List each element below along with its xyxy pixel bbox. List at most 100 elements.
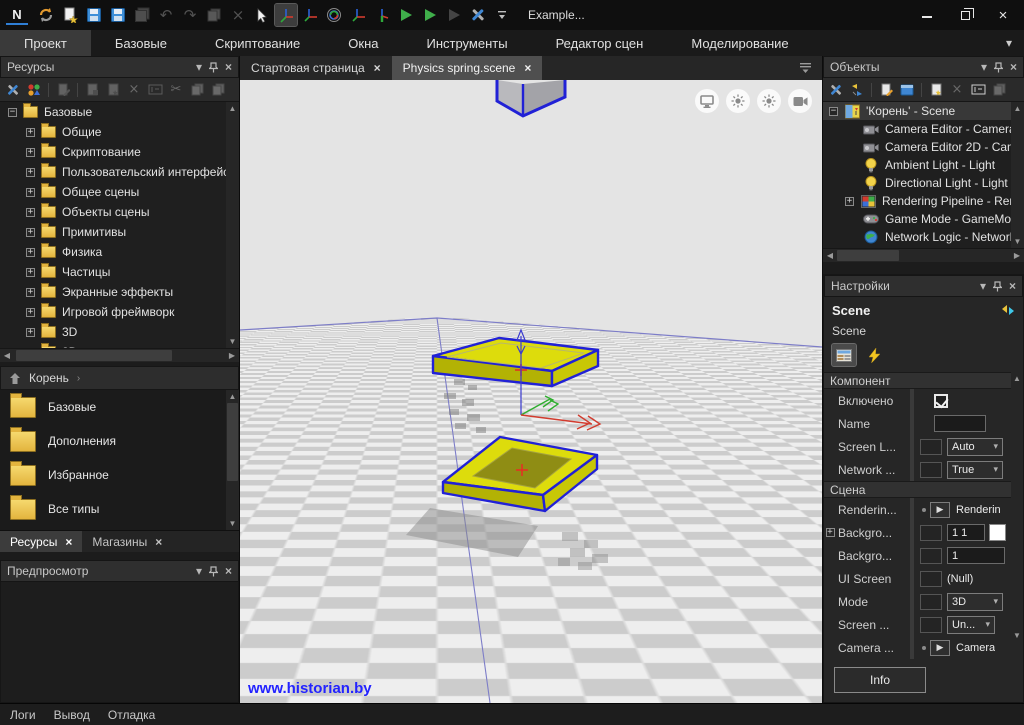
tree-item-obshchee-sceny[interactable]: + Общее сцены <box>0 182 239 202</box>
default-box[interactable] <box>920 616 942 633</box>
object-network-logic[interactable]: Network Logic - Network <box>823 228 1024 246</box>
pin-icon[interactable] <box>208 565 218 577</box>
name-input[interactable] <box>934 415 986 432</box>
tree-item-3d[interactable]: +3D <box>0 322 239 342</box>
tree-item-chasticy[interactable]: + Частицы <box>0 262 239 282</box>
copy-resource-icon[interactable] <box>188 81 206 99</box>
window-icon[interactable] <box>898 81 916 99</box>
toolbar-overflow-button[interactable] <box>491 4 513 26</box>
events-view-button[interactable] <box>862 344 886 366</box>
close-panel-icon[interactable]: × <box>1009 279 1016 293</box>
statusbar-debug[interactable]: Отладка <box>108 708 155 722</box>
tab-resources[interactable]: Ресурсы × <box>0 531 83 552</box>
tab-start-page[interactable]: Стартовая страница × <box>240 56 392 80</box>
menu-project[interactable]: Проект <box>0 30 91 56</box>
background-intensity-input[interactable]: 1 <box>947 547 1005 564</box>
info-button[interactable]: Info <box>834 667 926 693</box>
close-tab-icon[interactable]: × <box>65 535 72 549</box>
default-box[interactable] <box>920 570 942 587</box>
pin-icon[interactable] <box>208 61 218 73</box>
tree-item-obekty-sceny[interactable]: + Объекты сцены <box>0 202 239 222</box>
play-disabled-button[interactable] <box>443 4 465 26</box>
scroll-up-icon[interactable]: ▲ <box>226 390 239 403</box>
color-swatch[interactable] <box>989 524 1006 541</box>
scroll-left-icon[interactable]: ◀ <box>0 349 14 363</box>
tree-item-fizika[interactable]: + Физика <box>0 242 239 262</box>
tools-button[interactable] <box>467 4 489 26</box>
breadcrumb-chevron-icon[interactable]: › <box>77 373 80 384</box>
objects-hscrollbar[interactable]: ◀ ▶ <box>823 248 1024 262</box>
tree-item-primitivy[interactable]: + Примитивы <box>0 222 239 242</box>
panel-dropdown-icon[interactable]: ▾ <box>981 60 987 74</box>
delete-object-icon[interactable]: × <box>948 81 966 99</box>
scroll-down-icon[interactable]: ▼ <box>1011 629 1023 642</box>
category-dopolneniya[interactable]: Дополнения <box>0 424 239 458</box>
splitter[interactable] <box>823 262 1024 274</box>
close-tab-icon[interactable]: × <box>374 61 381 75</box>
brightness-a-button[interactable] <box>726 89 750 113</box>
play-alt-button[interactable] <box>419 4 441 26</box>
hscroll-thumb[interactable] <box>837 250 899 261</box>
reference-button[interactable]: ▶ <box>930 501 950 518</box>
section-component[interactable]: Компонент <box>824 372 1023 389</box>
menu-chevron-button[interactable]: ▾ <box>994 30 1024 56</box>
menu-scene-editor[interactable]: Редактор сцен <box>532 30 668 56</box>
edit-doc-icon[interactable] <box>54 81 72 99</box>
tab-physics-spring-scene[interactable]: Physics spring.scene × <box>391 56 543 80</box>
default-box[interactable] <box>920 461 942 478</box>
tree-item-igrovoj-frejmvork[interactable]: + Игровой фреймворк <box>0 302 239 322</box>
display-mode-button[interactable] <box>695 89 719 113</box>
properties-view-button[interactable] <box>831 343 857 367</box>
undo-button[interactable]: ↶ <box>155 4 177 26</box>
redo-button[interactable]: ↷ <box>179 4 201 26</box>
breadcrumb-root[interactable]: Корень <box>29 371 69 385</box>
top-selected-cube[interactable] <box>495 80 567 118</box>
splitter[interactable] <box>0 552 239 560</box>
rotate-tool-button[interactable] <box>323 4 345 26</box>
default-box[interactable] <box>920 524 942 541</box>
tab-stores[interactable]: Магазины × <box>82 531 172 552</box>
minimize-button[interactable] <box>910 3 944 27</box>
play-button[interactable] <box>395 4 417 26</box>
move-alt-tool-button[interactable] <box>299 4 321 26</box>
tree-item-bazovye[interactable]: − Базовые <box>0 102 239 122</box>
menu-tools[interactable]: Инструменты <box>403 30 532 56</box>
save-all-button[interactable] <box>131 4 153 26</box>
close-tab-icon[interactable]: × <box>155 535 162 549</box>
background-color-input[interactable]: 1 1 <box>947 524 985 541</box>
mode-dropdown[interactable]: 3D ▾ <box>947 592 1003 611</box>
tab-list-button[interactable] <box>799 61 812 77</box>
objects-tools-icon[interactable] <box>827 81 845 99</box>
category-izbrannoe[interactable]: Избранное <box>0 458 239 492</box>
import-doc-icon[interactable] <box>83 81 101 99</box>
camera-view-button[interactable] <box>788 89 812 113</box>
close-window-button[interactable]: × <box>986 3 1020 27</box>
paste-object-icon[interactable] <box>990 81 1008 99</box>
resources-palette-icon[interactable] <box>25 81 43 99</box>
scroll-up-icon[interactable]: ▲ <box>226 102 239 115</box>
close-panel-icon[interactable]: × <box>225 564 232 578</box>
category-vse-tipy[interactable]: Все типы <box>0 492 239 526</box>
resources-hscrollbar[interactable]: ◀ ▶ <box>0 348 239 362</box>
scroll-down-icon[interactable]: ▼ <box>1011 235 1024 248</box>
edit-object-icon[interactable] <box>877 81 895 99</box>
new-doc-icon[interactable] <box>104 81 122 99</box>
category-bazovye[interactable]: Базовые <box>0 390 239 424</box>
statusbar-output[interactable]: Вывод <box>54 708 90 722</box>
objects-vscrollbar[interactable]: ▲ ▼ <box>1011 102 1024 248</box>
restore-button[interactable] <box>948 3 982 27</box>
object-directional-light[interactable]: Directional Light - Light <box>823 174 1024 192</box>
refresh-button[interactable] <box>35 4 57 26</box>
new-object-icon[interactable] <box>927 81 945 99</box>
enabled-checkbox[interactable] <box>934 393 948 408</box>
tree-item-2d[interactable]: +2D <box>0 342 239 348</box>
pin-icon[interactable] <box>992 280 1002 292</box>
category-vscrollbar[interactable]: ▲ ▼ <box>226 390 239 530</box>
hierarchy-icon[interactable] <box>848 81 866 99</box>
transform-tool-b-button[interactable] <box>371 4 393 26</box>
settings-actions-icon[interactable] <box>1001 303 1015 320</box>
tree-item-skriptovanie[interactable]: + Скриптование <box>0 142 239 162</box>
menu-modeling[interactable]: Моделирование <box>667 30 812 56</box>
paste-icon[interactable] <box>209 81 227 99</box>
tree-item-obshchie[interactable]: + Общие <box>0 122 239 142</box>
